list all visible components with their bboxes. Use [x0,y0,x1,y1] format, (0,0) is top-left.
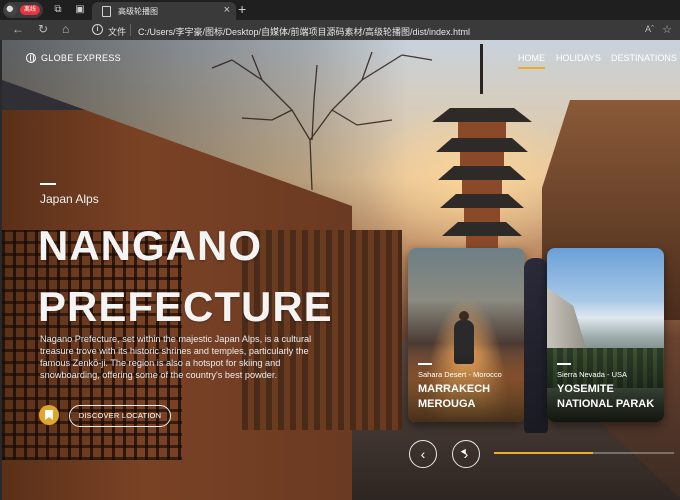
card-title: MARRAKECH MEROUGA [418,382,490,412]
discover-location-button[interactable]: DISCOVER LOCATION [69,405,171,427]
browser-window: 离线 ⧉ ▣ 高级轮播图 × + ← ↻ ⌂ i 文件 C:/Users/李宇豪… [0,0,680,500]
slide-progress-fill [494,452,593,454]
file-icon [102,6,111,17]
nav-home[interactable]: HOME [518,53,545,69]
card-title: YOSEMITE NATIONAL PARAK [557,382,654,412]
globe-icon [26,53,36,63]
destination-card-yosemite[interactable]: Sierra Nevada - USA YOSEMITE NATIONAL PA… [547,248,664,422]
avatar [5,4,17,16]
prev-arrow-button[interactable]: ‹ [409,440,437,468]
hero-title-line1: NANGANO [38,222,262,269]
site-logo[interactable]: GLOBE EXPRESS [26,53,121,63]
card-title-line2: NATIONAL PARAK [557,398,655,410]
tab-title: 高级轮播图 [118,7,158,16]
reload-icon[interactable]: ↻ [38,22,48,36]
wooden-fence-graphic [242,230,402,430]
address-bar[interactable]: i 文件 C:/Users/李宇豪/图标/Desktop/自媒体/前端项目源码素… [86,22,680,38]
nav-destinations[interactable]: DESTINATIONS [611,53,677,63]
card-title-line1: MARRAKECH [418,383,491,395]
subtitle-rule [40,183,56,185]
hero-region: Japan Alps [40,192,99,206]
divider [130,24,131,36]
favorite-star-icon[interactable]: ☆ [662,23,672,36]
card-location: Sierra Nevada - USA [557,370,628,379]
nav-holidays[interactable]: HOLIDAYS [556,53,601,63]
tab-actions-icon[interactable]: ▣ [74,4,86,16]
hero-description: Nagano Prefecture, set within the majest… [40,334,312,380]
card-rule [557,363,571,365]
brand-name: GLOBE EXPRESS [41,53,121,63]
card-rule [418,363,432,365]
back-icon[interactable]: ← [12,22,24,36]
slide-progress-bar [494,452,674,454]
hero-title-line2: PREFECTURE [38,283,333,330]
card-location: Sahara Desert - Morocco [418,370,502,379]
card-title-line2: MEROUGA [418,398,476,410]
browser-toolbar: ← ↻ ⌂ i 文件 C:/Users/李宇豪/图标/Desktop/自媒体/前… [0,20,680,40]
url-text[interactable]: C:/Users/李宇豪/图标/Desktop/自媒体/前端项目源码素材/高级轮… [138,25,470,38]
profile-status-badge: 离线 [20,5,40,15]
workspaces-icon[interactable]: ⧉ [52,4,64,16]
bookmark-button[interactable] [39,405,59,425]
read-aloud-icon[interactable]: Aˆ [645,24,654,34]
kimono-figure-graphic [524,258,548,433]
tab-active[interactable]: 高级轮播图 × [92,2,236,20]
profile-button[interactable]: 离线 [3,2,43,18]
card-title-line1: YOSEMITE [557,383,614,395]
new-tab-button[interactable]: + [238,1,246,17]
tab-strip: 离线 ⧉ ▣ 高级轮播图 × + [0,0,680,20]
pagoda-graphic [432,44,532,250]
home-icon[interactable]: ⌂ [62,22,69,36]
carousel-page: GLOBE EXPRESS HOME HOLIDAYS DESTINATIONS… [0,40,680,500]
destination-card-sahara[interactable]: Sahara Desert - Morocco MARRAKECH MEROUG… [408,248,525,422]
close-tab-icon[interactable]: × [224,4,230,16]
scheme-label: 文件 [108,27,127,37]
info-icon[interactable]: i [92,24,103,35]
